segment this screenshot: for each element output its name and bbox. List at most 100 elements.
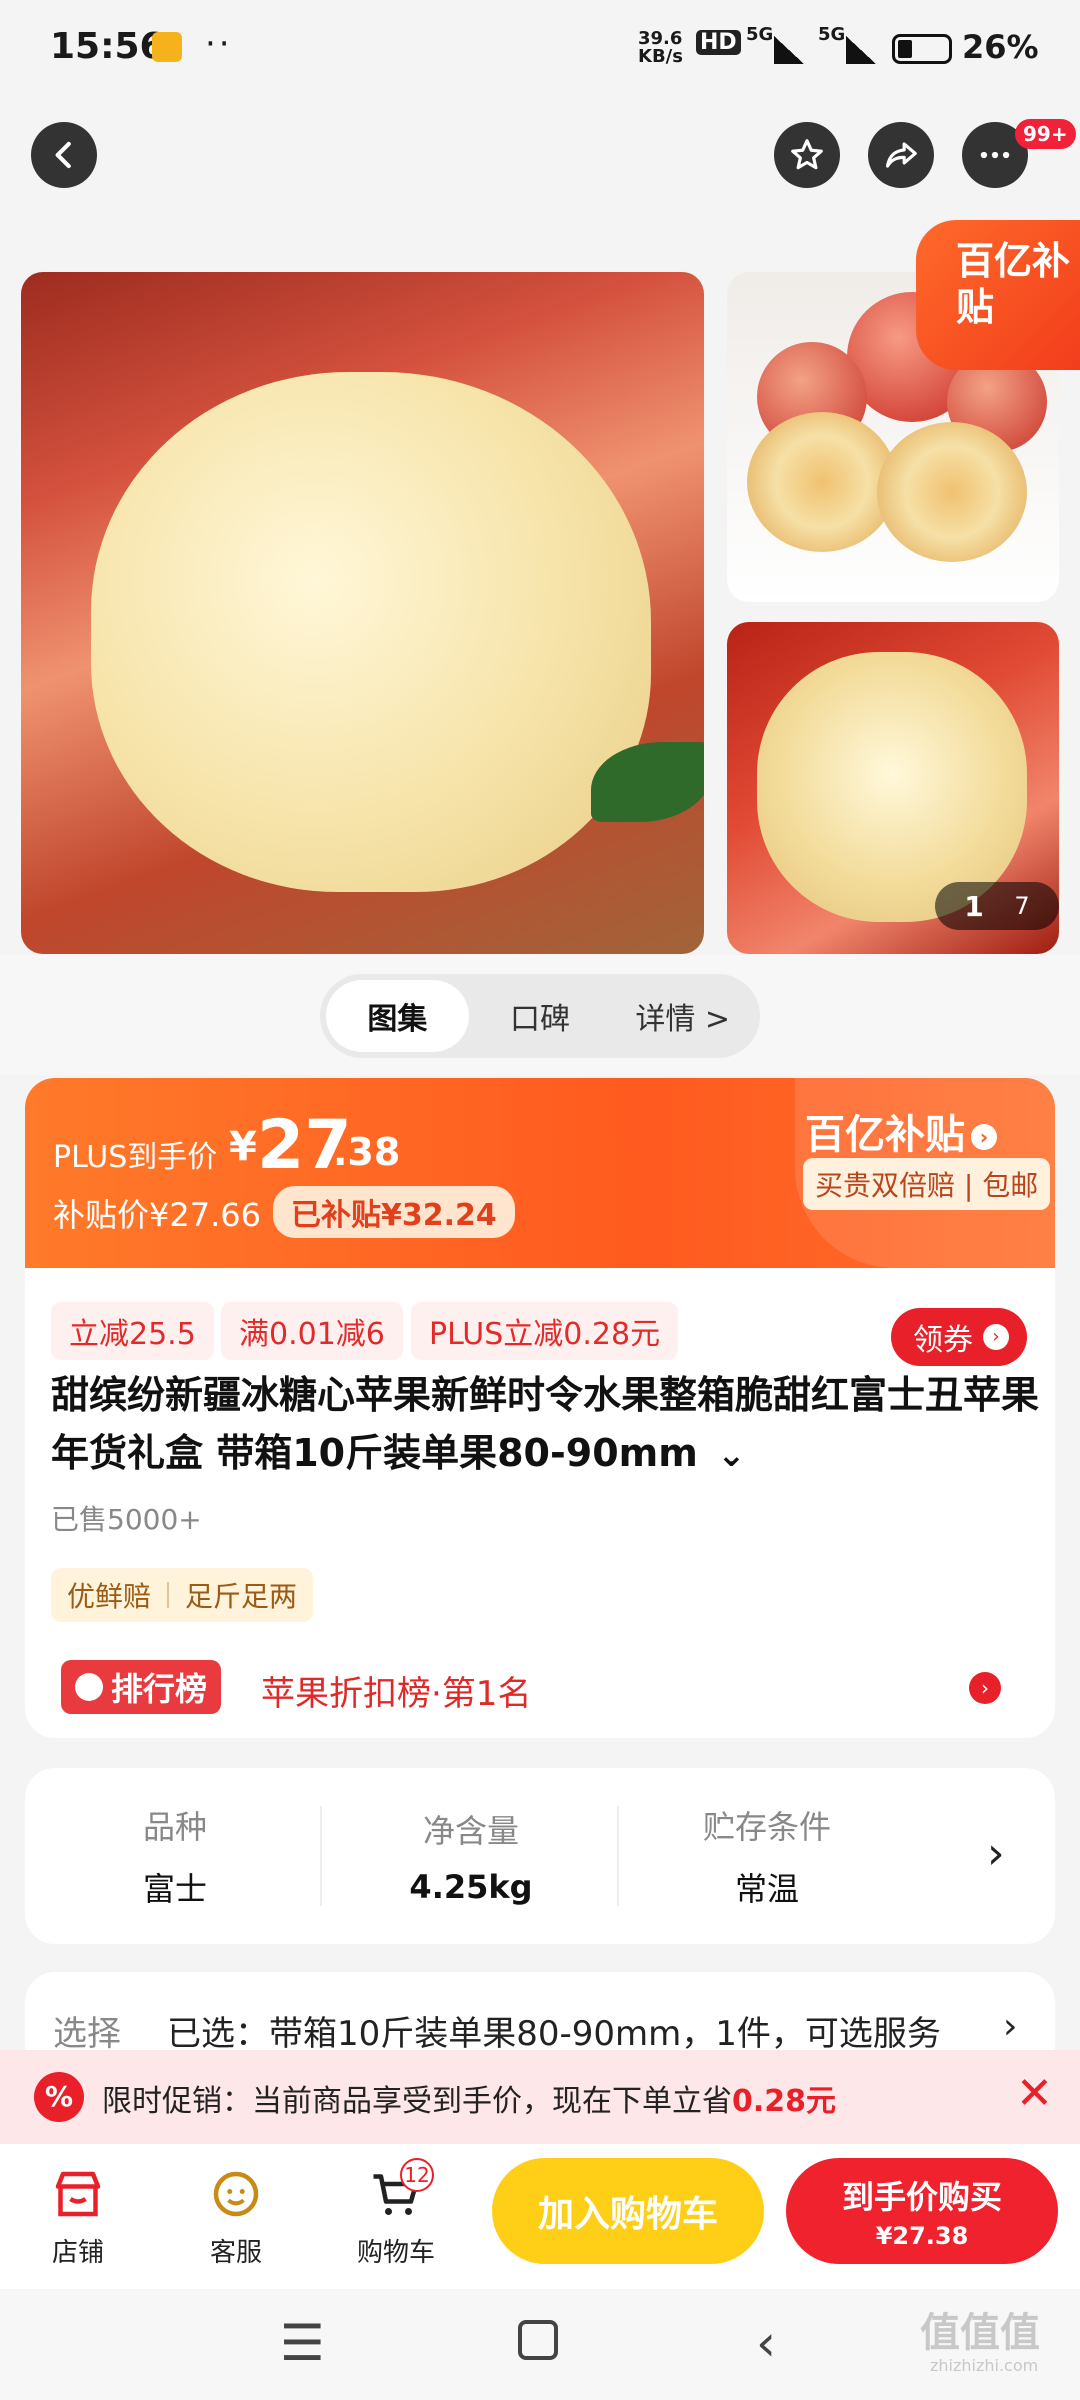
menu-icon[interactable]: ☰ xyxy=(280,2314,325,2372)
subsidy-brand-link[interactable]: 百亿补贴 › xyxy=(805,1102,997,1160)
tab-reviews[interactable]: 口碑 xyxy=(469,980,612,1052)
plus-price-label: PLUS到手价 xyxy=(53,1140,218,1175)
sold-count: 已售5000+ xyxy=(51,1503,202,1536)
get-coupon-label: 领券 xyxy=(913,1323,973,1358)
buy-button-title: 到手价购买 xyxy=(841,2178,1002,2216)
guarantee-tags[interactable]: 优鲜赔 足斤足两 xyxy=(51,1568,314,1622)
add-to-cart-button[interactable]: 加入购物车 xyxy=(492,2158,764,2264)
buy-button-price: ¥27.38 xyxy=(875,2222,969,2250)
subsidy-brand-text: 百亿补贴 xyxy=(805,1112,965,1158)
battery-level xyxy=(898,40,912,58)
shop-icon xyxy=(55,2171,101,2217)
ranking-text[interactable]: 苹果折扣榜·第1名 xyxy=(261,1666,531,1715)
buy-now-button[interactable]: 到手价购买 ¥27.38 xyxy=(786,2158,1058,2264)
home-icon[interactable] xyxy=(518,2320,558,2360)
watermark-logo: 值值值 xyxy=(920,2310,1040,2356)
spec-value: 常温 xyxy=(734,1870,799,1908)
promo-text-prefix: 限时促销：当前商品享受到手价，现在下单立省 xyxy=(102,2084,732,2119)
select-label: 选择 xyxy=(53,2014,121,2054)
main-product-image[interactable] xyxy=(21,272,704,954)
spec-key: 净含量 xyxy=(422,1812,519,1850)
cart-count-badge: 12 xyxy=(400,2158,434,2192)
trophy-icon xyxy=(75,1673,103,1701)
plus-price-decimal: .38 xyxy=(333,1130,401,1174)
apple-half-shape xyxy=(747,412,897,552)
battery-percent: 26% xyxy=(962,28,1039,66)
media-tabs: 图集 口碑 详情 > xyxy=(320,974,760,1058)
shop-label: 店铺 xyxy=(51,2238,104,2268)
spec-item: 品种 富士 xyxy=(25,1768,325,1944)
net-speed-unit: KB/s xyxy=(638,46,683,67)
tab-details[interactable]: 详情 > xyxy=(611,980,754,1052)
get-coupon-button[interactable]: 领券 › xyxy=(891,1308,1027,1366)
subsidy-price: 补贴价¥27.66 xyxy=(53,1196,261,1234)
chevron-right-icon: › xyxy=(1003,2006,1018,2047)
price-header: PLUS到手价 ¥ 27 .38 补贴价¥27.66 已补贴¥32.24 百亿补… xyxy=(25,1078,1055,1268)
ranking-badge[interactable]: 排行榜 xyxy=(61,1660,222,1714)
close-icon[interactable]: ✕ xyxy=(1016,2068,1053,2119)
status-dots: ·· xyxy=(205,24,233,64)
coupon-chip[interactable]: 立减25.5 xyxy=(51,1302,214,1360)
spec-item: 净含量 4.25kg xyxy=(321,1768,621,1944)
shop-button[interactable]: 店铺 xyxy=(18,2164,138,2269)
bottom-action-bar: 店铺 客服 购物车 12 加入购物车 到手价购买 ¥27.38 xyxy=(0,2144,1080,2289)
signal-5g-2: 5G xyxy=(818,24,846,45)
chevron-right-icon[interactable]: › xyxy=(987,1828,1005,1879)
hd-icon: HD xyxy=(696,30,741,55)
divider xyxy=(167,1582,170,1608)
status-time: 15:56 xyxy=(50,26,165,67)
image-counter-total: 7 xyxy=(1014,892,1030,920)
share-button[interactable] xyxy=(868,122,934,188)
share-icon xyxy=(885,142,917,168)
net-speed: 39.6 KB/s xyxy=(638,30,683,66)
price-card: PLUS到手价 ¥ 27 .38 补贴价¥27.66 已补贴¥32.24 百亿补… xyxy=(25,1078,1055,1738)
notification-icon xyxy=(152,32,182,62)
signal-bars-1-icon xyxy=(774,36,804,64)
guarantee-fresh: 优鲜赔 xyxy=(67,1580,152,1613)
promo-banner[interactable]: % 限时促销：当前商品享受到手价，现在下单立省0.28元 ✕ xyxy=(0,2050,1080,2144)
guarantee-weight: 足斤足两 xyxy=(185,1580,298,1613)
spec-key: 贮存条件 xyxy=(702,1808,831,1846)
subsidy-saved-pill: 已补贴¥32.24 xyxy=(273,1186,515,1238)
cart-button[interactable]: 购物车 xyxy=(336,2164,456,2269)
back-button[interactable] xyxy=(31,122,97,188)
spec-key: 品种 xyxy=(142,1808,207,1846)
customer-service-button[interactable]: 客服 xyxy=(176,2164,296,2269)
back-nav-icon[interactable]: ‹ xyxy=(756,2314,776,2372)
message-badge: 99+ xyxy=(1015,119,1076,149)
spec-card[interactable]: 品种 富士 净含量 4.25kg 贮存条件 常温 › xyxy=(25,1768,1055,1944)
spec-item: 贮存条件 常温 xyxy=(617,1768,917,1944)
chevron-right-icon[interactable]: › xyxy=(969,1672,1001,1704)
spec-value: 富士 xyxy=(142,1870,207,1908)
coupon-chip[interactable]: 满0.01减6 xyxy=(221,1302,403,1360)
peeled-apple-shape xyxy=(91,372,651,892)
subsidy-corner-badge: 百亿补贴 xyxy=(916,220,1080,370)
ranking-badge-label: 排行榜 xyxy=(111,1670,208,1708)
apple-half-shape xyxy=(877,422,1027,562)
more-dots-icon xyxy=(980,151,1010,159)
image-counter-current: 1 xyxy=(964,889,984,923)
spec-value: 4.25kg xyxy=(409,1868,533,1906)
cart-label: 购物车 xyxy=(356,2238,435,2268)
watermark-url: zhizhizhi.com xyxy=(930,2356,1039,2375)
customer-service-icon xyxy=(213,2171,259,2217)
select-value: 已选：带箱10斤装单果80-90mm，1件，可选服务 xyxy=(167,2014,941,2054)
customer-service-label: 客服 xyxy=(209,2238,262,2268)
chevron-left-icon xyxy=(55,141,71,169)
chevron-right-icon: › xyxy=(971,1124,997,1150)
tab-gallery[interactable]: 图集 xyxy=(326,980,469,1052)
coupon-chip[interactable]: PLUS立减0.28元 xyxy=(411,1302,679,1360)
product-title-text: 甜缤纷新疆冰糖心苹果新鲜时令水果整箱脆甜红富士丑苹果年货礼盒 带箱10斤装单果8… xyxy=(51,1373,1040,1475)
image-counter: 1 7 xyxy=(935,882,1059,930)
currency-symbol: ¥ xyxy=(229,1124,257,1170)
status-bar: 15:56 ·· 39.6 KB/s HD 5G 5G 26% xyxy=(0,0,1080,100)
signal-bars-2-icon xyxy=(846,36,876,64)
promo-text: 限时促销：当前商品享受到手价，现在下单立省0.28元 xyxy=(102,2076,836,2120)
chevron-right-icon: › xyxy=(983,1324,1009,1350)
product-title[interactable]: 甜缤纷新疆冰糖心苹果新鲜时令水果整箱脆甜红富士丑苹果年货礼盒 带箱10斤装单果8… xyxy=(51,1366,1041,1484)
star-icon xyxy=(791,139,823,170)
expand-chevron-icon: ⌄ xyxy=(717,1435,746,1475)
favorite-button[interactable] xyxy=(774,122,840,188)
promo-highlight: 0.28元 xyxy=(732,2084,837,2119)
coupon-row: 立减25.5 满0.01减6 PLUS立减0.28元 领券 › xyxy=(25,1268,1055,1380)
